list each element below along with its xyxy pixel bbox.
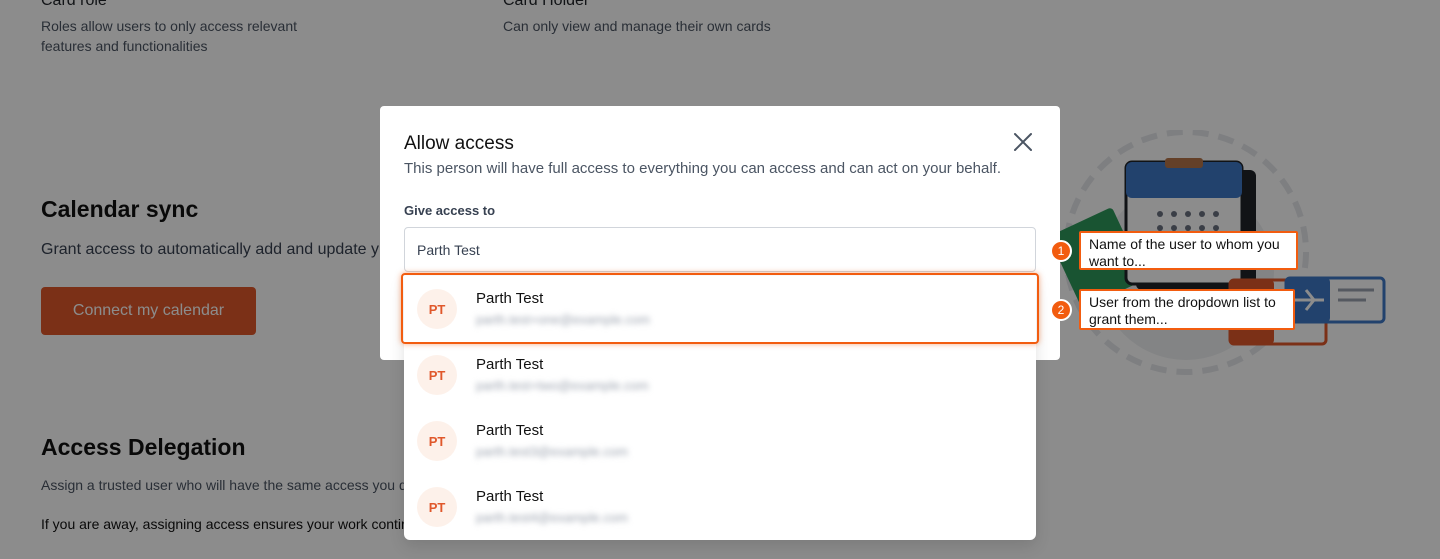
user-search-input[interactable] xyxy=(404,227,1036,272)
callout-1: Name of the user to whom you want to... xyxy=(1079,231,1298,270)
callout-badge-2: 2 xyxy=(1050,299,1072,321)
callout-2-line2: grant them... xyxy=(1089,311,1168,327)
list-item[interactable]: PT Parth Test parth.test4@example.com xyxy=(404,474,1036,540)
user-name: Parth Test xyxy=(476,488,544,505)
user-email: parth.test4@example.com xyxy=(476,510,628,525)
user-name: Parth Test xyxy=(476,356,544,373)
list-item[interactable]: PT Parth Test parth.test3@example.com xyxy=(404,408,1036,474)
callout-2-line1: User from the dropdown list to xyxy=(1089,294,1276,310)
avatar: PT xyxy=(417,421,457,461)
user-email: parth.test+two@example.com xyxy=(476,378,649,393)
selected-option-highlight xyxy=(401,273,1039,344)
avatar: PT xyxy=(417,355,457,395)
callout-2: User from the dropdown list to grant the… xyxy=(1079,289,1295,330)
callout-1-line2: want to... xyxy=(1089,253,1146,269)
callout-1-line1: Name of the user to whom you xyxy=(1089,236,1280,252)
give-access-label: Give access to xyxy=(404,203,496,218)
avatar: PT xyxy=(417,487,457,527)
user-email: parth.test3@example.com xyxy=(476,444,628,459)
modal-subtitle: This person will have full access to eve… xyxy=(404,160,1001,177)
modal-title: Allow access xyxy=(404,133,514,154)
close-icon[interactable] xyxy=(1012,131,1034,153)
list-item[interactable]: PT Parth Test parth.test+two@example.com xyxy=(404,342,1036,408)
callout-badge-1: 1 xyxy=(1050,240,1072,262)
user-name: Parth Test xyxy=(476,422,544,439)
